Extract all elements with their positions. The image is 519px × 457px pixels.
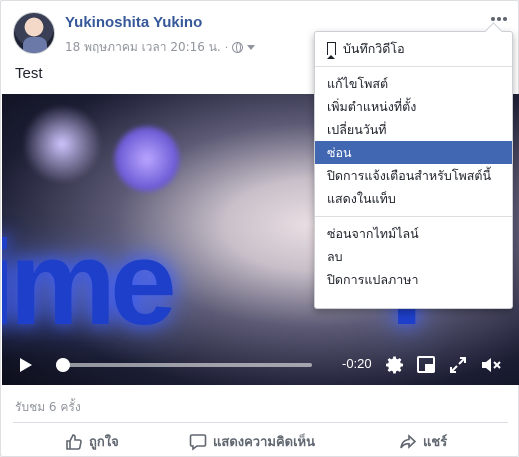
menu-item-change-date[interactable]: เปลี่ยนวันที่	[315, 118, 512, 141]
meta-separator: ·	[224, 41, 229, 54]
menu-divider	[315, 216, 512, 217]
video-light-blob	[22, 104, 102, 184]
post-timestamp[interactable]: 18 พฤษภาคม เวลา 20:16 น.	[65, 38, 221, 57]
more-dot-icon	[491, 17, 495, 21]
video-progress-knob[interactable]	[56, 358, 71, 372]
menu-item-turn-off-notifications[interactable]: ปิดการแจ้งเตือนสำหรับโพสต์นี้	[315, 164, 512, 187]
share-label: แชร์	[423, 435, 448, 450]
menu-item-label: บันทึกวิดีโอ	[343, 41, 405, 56]
like-button[interactable]: ถูกใจ	[65, 431, 119, 452]
post-meta: 18 พฤษภาคม เวลา 20:16 น. ·	[65, 38, 256, 57]
post-card: Yukinoshita Yukino 18 พฤษภาคม เวลา 20:16…	[0, 0, 519, 457]
like-label: ถูกใจ	[89, 435, 119, 450]
avatar[interactable]	[13, 12, 55, 54]
play-icon[interactable]	[20, 358, 32, 372]
menu-item-hide-from-timeline[interactable]: ซ่อนจากไทม์ไลน์	[315, 222, 512, 245]
thumbs-up-icon	[66, 433, 82, 450]
menu-item-turn-off-translation[interactable]: ปิดการแปลภาษา	[315, 268, 512, 291]
menu-item-add-location[interactable]: เพิ่มตำแหน่งที่ตั้ง	[315, 95, 512, 118]
globe-icon[interactable]	[232, 42, 244, 53]
mute-icon[interactable]	[480, 355, 502, 375]
video-light-blob	[112, 124, 182, 194]
menu-item-delete[interactable]: ลบ	[315, 245, 512, 268]
pip-icon[interactable]	[417, 356, 435, 373]
time-remaining: -0:20	[342, 356, 372, 371]
fullscreen-icon[interactable]	[449, 356, 467, 374]
post-options-menu: บันทึกวิดีโอ แก้ไขโพสต์ เพิ่มตำแหน่งที่ต…	[314, 31, 513, 309]
settings-icon[interactable]	[385, 355, 405, 375]
actions-divider	[13, 422, 508, 423]
video-controls: -0:20	[2, 345, 519, 385]
video-frame-graphic: ime	[2, 216, 177, 350]
menu-item-hide[interactable]: ซ่อน	[315, 141, 512, 164]
more-dot-icon	[503, 17, 507, 21]
menu-item-show-in-tab[interactable]: แสดงในแท็บ	[315, 187, 512, 210]
comment-label: แสดงความคิดเห็น	[213, 435, 316, 450]
menu-item-edit-post[interactable]: แก้ไขโพสต์	[315, 72, 512, 95]
comment-icon	[189, 433, 207, 451]
menu-item-save-video[interactable]: บันทึกวิดีโอ	[315, 37, 512, 60]
post-actions: ถูกใจ แสดงความคิดเห็น แชร์	[1, 426, 519, 457]
video-progress-bar[interactable]	[56, 358, 312, 372]
share-icon	[400, 433, 417, 449]
bookmark-icon	[327, 42, 336, 59]
menu-divider	[315, 66, 512, 67]
caret-down-icon[interactable]	[247, 45, 256, 50]
comment-button[interactable]: แสดงความคิดเห็น	[189, 431, 315, 452]
share-button[interactable]: แชร์	[399, 431, 447, 452]
post-text: Test	[15, 65, 43, 82]
view-count[interactable]: รับชม 6 ครั้ง	[15, 398, 81, 417]
more-dot-icon	[497, 17, 501, 21]
author-name[interactable]: Yukinoshita Yukino	[65, 14, 202, 31]
